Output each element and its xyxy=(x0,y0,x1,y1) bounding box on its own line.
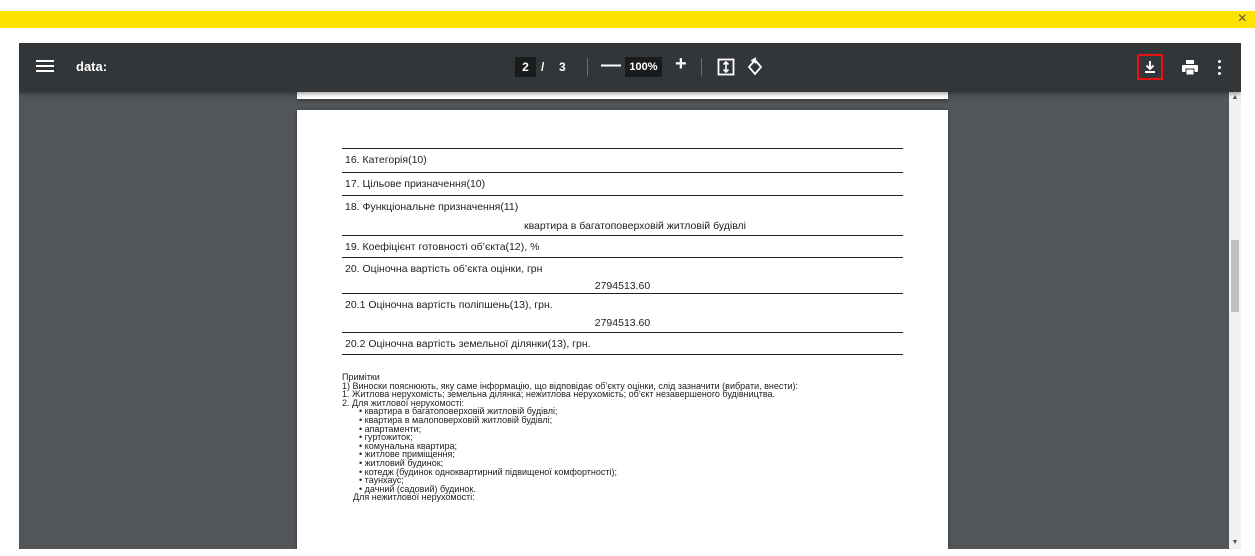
scroll-down-icon[interactable]: ▼ xyxy=(1229,537,1241,549)
scrollbar-thumb[interactable] xyxy=(1231,240,1239,312)
row-value: 2794513.60 xyxy=(594,317,651,329)
form-row: 16. Категорія(10) xyxy=(342,148,903,173)
document-title: data: xyxy=(76,59,108,74)
banner-stripe xyxy=(0,11,1255,28)
close-icon[interactable]: × xyxy=(1238,10,1247,28)
note-bullet: • котедж (будинок одноквартирний підвище… xyxy=(359,466,617,477)
toolbar-divider xyxy=(701,58,702,76)
form-row: 17. Цільове призначення(10) xyxy=(342,172,903,196)
row-value: 2794513.60 xyxy=(594,280,651,292)
toolbar-divider xyxy=(587,58,588,76)
note-line: Для нежитлової нерухомості: xyxy=(353,492,475,503)
zoom-out-button[interactable]: — xyxy=(601,54,621,77)
current-page-input[interactable]: 2 xyxy=(515,57,536,77)
row-label: 20. Оціночна вартість об’єкта оцінки, гр… xyxy=(345,263,543,275)
total-pages: 3 xyxy=(559,60,566,74)
print-icon[interactable] xyxy=(1181,59,1199,77)
download-button[interactable] xyxy=(1137,54,1163,80)
previous-page xyxy=(297,92,948,99)
scroll-up-icon[interactable]: ▲ xyxy=(1229,92,1241,104)
row-value: квартира в багатоповерховій житловій буд… xyxy=(524,220,747,232)
note-bullet: • апартаменти; xyxy=(359,423,422,434)
form-row: 20.1 Оціночна вартість поліпшень(13), гр… xyxy=(342,293,903,333)
page-separator: / xyxy=(541,60,545,74)
row-label: 17. Цільове призначення(10) xyxy=(345,178,486,190)
zoom-level-input[interactable]: 100% xyxy=(625,57,662,77)
form-row: 20.2 Оціночна вартість земельної ділянки… xyxy=(342,332,903,355)
pdf-viewer: data: 2 / 3 — 100% + 16. Категорія(10) 1… xyxy=(19,43,1241,549)
pdf-page: 16. Категорія(10) 17. Цільове призначенн… xyxy=(297,110,948,549)
row-label: 20.2 Оціночна вартість земельної ділянки… xyxy=(345,338,591,350)
menu-icon[interactable] xyxy=(35,57,55,77)
form-row: 20. Оціночна вартість об’єкта оцінки, гр… xyxy=(342,257,903,294)
rotate-icon[interactable] xyxy=(745,57,765,77)
row-label: 18. Функціональне призначення(11) xyxy=(345,201,519,213)
note-bullet: • квартира в малоповерховій житловій буд… xyxy=(359,414,553,425)
download-icon xyxy=(1145,61,1155,73)
notification-banner: × xyxy=(0,0,1255,30)
pdf-toolbar: data: 2 / 3 — 100% + xyxy=(19,43,1241,92)
pdf-content-area: 16. Категорія(10) 17. Цільове призначенн… xyxy=(19,92,1229,549)
fit-page-icon[interactable] xyxy=(717,58,735,76)
vertical-scrollbar[interactable]: ▲ ▼ xyxy=(1229,92,1241,549)
row-label: 20.1 Оціночна вартість поліпшень(13), гр… xyxy=(345,299,553,311)
notes-section: Примітки 1) Виноски пояснюють, яку саме … xyxy=(342,373,922,502)
zoom-in-button[interactable]: + xyxy=(675,53,687,76)
more-vert-icon[interactable] xyxy=(1215,58,1223,78)
form-row: 18. Функціональне призначення(11) кварти… xyxy=(342,195,903,236)
row-label: 19. Коефіцієнт готовності об’єкта(12), % xyxy=(345,241,540,253)
row-label: 16. Категорія(10) xyxy=(345,154,427,166)
form-row: 19. Коефіцієнт готовності об’єкта(12), % xyxy=(342,235,903,258)
row-divider xyxy=(342,354,903,355)
